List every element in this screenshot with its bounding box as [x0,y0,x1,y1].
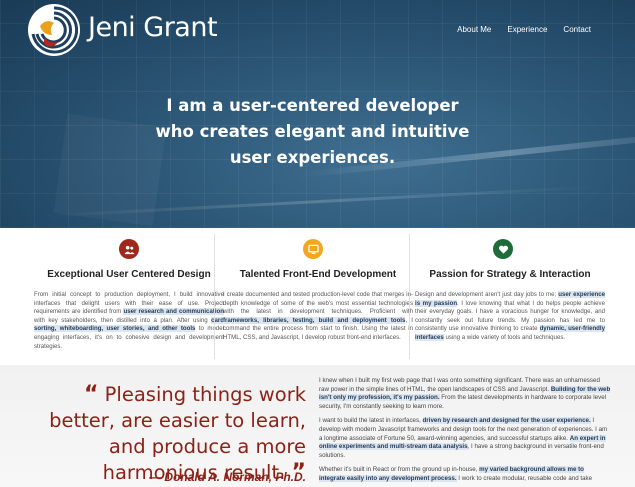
text-run: I want to build the latest in interfaces… [319,417,423,425]
features-section: Exceptional User Centered Design From in… [0,228,635,365]
quote-author: — Donald A. Norman, Ph.D. [149,470,306,484]
feature-front-end-development: Talented Front-End Development I create … [223,228,413,365]
highlighted-phrase: frameworks, libraries, testing, build an… [223,316,406,324]
feature-title: Talented Front-End Development [239,269,397,280]
hero-headline: I am a user-centered developer who creat… [155,96,470,167]
highlighted-phrase: driven by research and designed for the … [422,417,591,425]
highlighted-phrase: user research and communication [123,308,224,316]
feature-user-centered-design: Exceptional User Centered Design From in… [34,228,224,365]
feature-body: Design and development aren't just day j… [415,291,605,343]
heart-icon [493,239,513,259]
top-navbar: Jeni Grant About Me Experience Contact [0,0,635,60]
users-icon [119,239,139,259]
nav-link-experience[interactable]: Experience [507,25,547,34]
swirl-logo-icon[interactable] [28,4,80,56]
text-run: Whether it's built in React or from the … [319,466,480,474]
text-run: using a wide variety of tools and techni… [443,333,566,341]
feature-strategy-interaction: Passion for Strategy & Interaction Desig… [415,228,605,365]
nav-link-about-me[interactable]: About Me [457,25,491,34]
nav-link-contact[interactable]: Contact [563,25,591,34]
bio-paragraph: I want to build the latest in interfaces… [319,417,611,460]
text-run: Design and development aren't just day j… [415,291,559,298]
nav-links: About Me Experience Contact [457,25,591,34]
text-run: with key stakeholders, then distilled in… [34,316,212,324]
brand-name[interactable]: Jeni Grant [88,12,218,43]
bio-text: I knew when I built my first web page th… [319,377,611,487]
monitor-icon [303,239,323,259]
feature-title: Passion for Strategy & Interaction [429,269,591,280]
column-divider [409,234,410,359]
column-divider [214,234,215,359]
quote-section: “ Pleasing things work better, are easie… [0,365,635,487]
text-run: I create documented and tested productio… [223,291,413,316]
text-run: I work to create modular, reusable code … [456,474,593,482]
open-quote-mark: “ [83,382,99,407]
bio-paragraph: Whether it's built in React or from the … [319,466,611,483]
hero-banner: Jeni Grant About Me Experience Contact I… [0,0,635,228]
bio-paragraph: I knew when I built my first web page th… [319,377,611,411]
feature-body: From initial concept to production deplo… [34,291,224,351]
feature-title: Exceptional User Centered Design [47,269,211,280]
feature-body: I create documented and tested productio… [223,291,413,343]
